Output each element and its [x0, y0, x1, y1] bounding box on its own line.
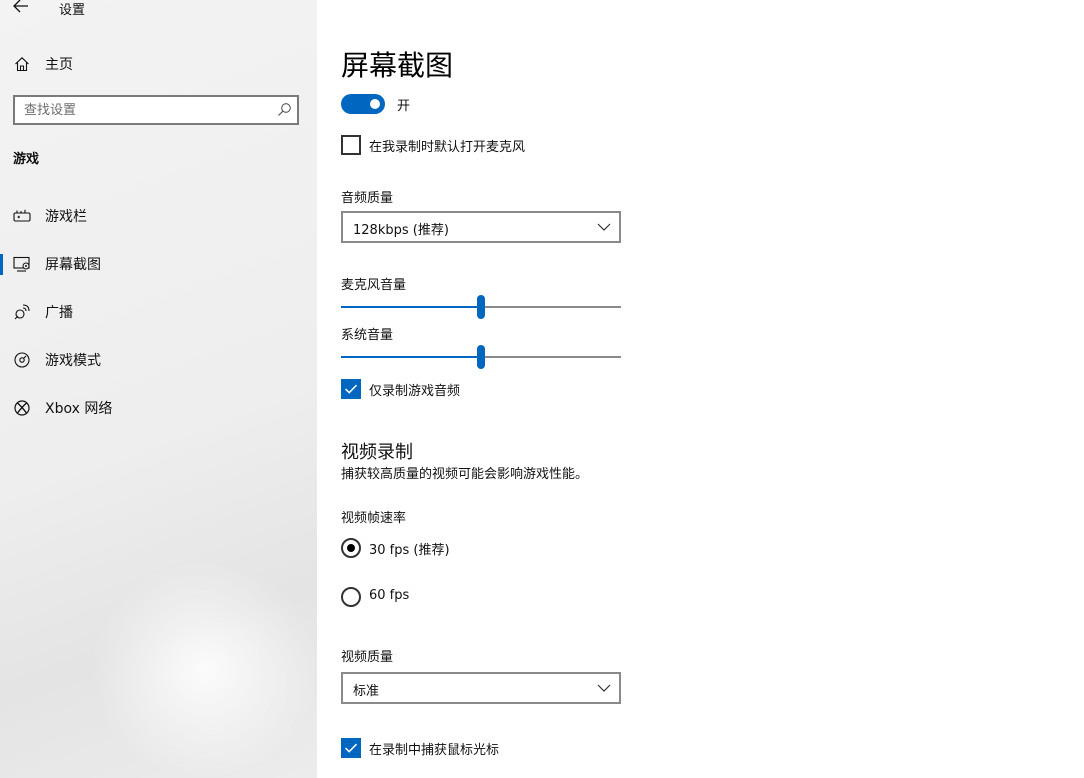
audio-quality-value: 128kbps (推荐) [353, 223, 449, 238]
page-title: 屏幕截图 [341, 49, 454, 82]
mic-default-label: 在我录制时默认打开麦克风 [369, 140, 526, 155]
sidebar-item-home[interactable]: 主页 [0, 48, 317, 80]
game-bar-icon [12, 206, 32, 226]
sidebar-item-label: 游戏栏 [45, 209, 87, 225]
capture-icon [12, 254, 32, 274]
video-section-description: 捕获较高质量的视频可能会影响游戏性能。 [341, 467, 589, 482]
back-button[interactable] [10, 0, 32, 16]
mic-default-checkbox[interactable] [341, 135, 361, 155]
system-volume-slider[interactable] [341, 345, 621, 369]
game-audio-only-label: 仅录制游戏音频 [369, 384, 461, 399]
sidebar-item-label: Xbox 网络 [45, 401, 113, 417]
audio-quality-label: 音频质量 [341, 191, 394, 206]
radio-30fps-label: 30 fps (推荐) [369, 543, 450, 558]
capture-cursor-label: 在录制中捕获鼠标光标 [369, 743, 500, 758]
slider-thumb[interactable] [477, 345, 485, 369]
checkmark-icon [344, 743, 358, 753]
sidebar-item-capture[interactable]: 屏幕截图 [0, 244, 317, 284]
search-icon[interactable] [276, 102, 292, 118]
home-icon [12, 54, 32, 74]
broadcast-icon [12, 302, 32, 322]
main-content: 屏幕截图 开 在我录制时默认打开麦克风 音频质量 128kbps (推荐) 麦克… [317, 0, 1084, 778]
audio-quality-dropdown[interactable]: 128kbps (推荐) [341, 211, 621, 243]
slider-fill [341, 356, 481, 358]
sidebar-item-broadcast[interactable]: 广播 [0, 292, 317, 332]
chevron-down-icon [597, 223, 611, 231]
capture-toggle[interactable] [341, 94, 385, 114]
capture-cursor-checkbox[interactable] [341, 738, 361, 758]
sidebar-item-label: 游戏模式 [45, 353, 101, 369]
title-bar: 设置 [0, 0, 317, 18]
system-volume-label: 系统音量 [341, 328, 394, 343]
radio-60fps[interactable] [341, 587, 361, 607]
game-audio-only-checkbox[interactable] [341, 379, 361, 399]
slider-thumb[interactable] [477, 295, 485, 319]
sidebar-item-xbox[interactable]: Xbox 网络 [0, 388, 317, 428]
sidebar-item-game-bar[interactable]: 游戏栏 [0, 196, 317, 236]
video-quality-label: 视频质量 [341, 650, 394, 665]
radio-60fps-label: 60 fps [369, 588, 410, 603]
frame-rate-label: 视频帧速率 [341, 511, 407, 526]
app-title: 设置 [59, 3, 86, 18]
toggle-state-label: 开 [397, 99, 411, 114]
game-mode-icon [12, 350, 32, 370]
sidebar-item-label: 广播 [45, 305, 73, 321]
video-quality-dropdown[interactable]: 标准 [341, 672, 621, 704]
chevron-down-icon [597, 684, 611, 692]
sidebar: 设置 主页 游戏 [0, 0, 317, 778]
sidebar-item-game-mode[interactable]: 游戏模式 [0, 340, 317, 380]
mic-volume-label: 麦克风音量 [341, 278, 407, 293]
sidebar-item-label: 主页 [45, 57, 73, 73]
settings-window: 设置 主页 游戏 [0, 0, 1084, 778]
search-box[interactable] [13, 95, 299, 125]
sidebar-item-label: 屏幕截图 [45, 257, 101, 273]
checkmark-icon [344, 384, 358, 394]
arrow-left-icon [13, 0, 28, 13]
xbox-icon [12, 398, 32, 418]
slider-fill [341, 306, 481, 308]
search-input[interactable] [24, 101, 264, 119]
sidebar-section-title: 游戏 [13, 152, 40, 167]
video-section-heading: 视频录制 [341, 442, 413, 463]
mic-volume-slider[interactable] [341, 295, 621, 319]
radio-30fps[interactable] [341, 538, 361, 558]
video-quality-value: 标准 [353, 684, 380, 699]
